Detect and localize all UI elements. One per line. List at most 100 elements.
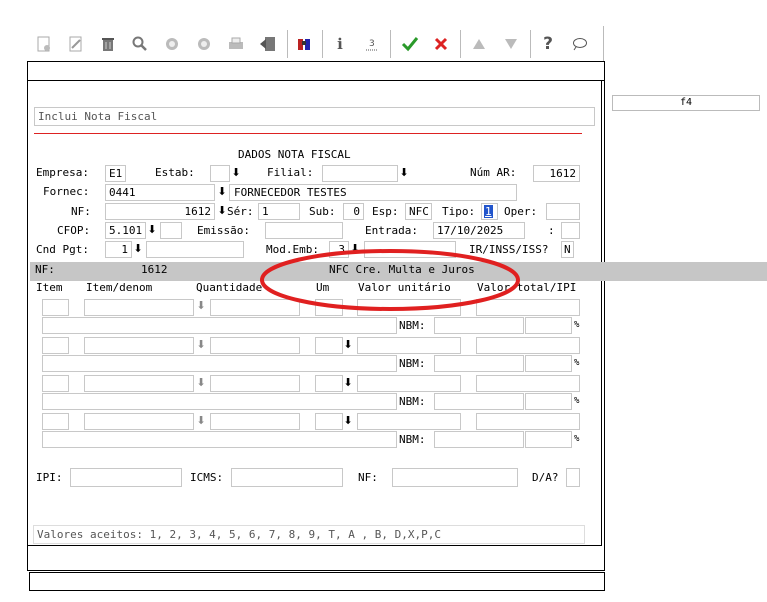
- valor-unitario-field[interactable]: [357, 413, 461, 430]
- print-icon[interactable]: [226, 33, 246, 55]
- fornec-dropdown-icon[interactable]: [216, 185, 228, 199]
- ser-label: Sér:: [227, 205, 254, 218]
- cfop-dropdown-icon[interactable]: [146, 223, 158, 237]
- ser-field[interactable]: 1: [258, 203, 300, 220]
- item-denom-field[interactable]: [84, 413, 194, 430]
- item-field[interactable]: [42, 299, 69, 316]
- quantidade-field[interactable]: [210, 337, 300, 354]
- nbm-field[interactable]: [434, 317, 524, 334]
- binoculars-icon[interactable]: [294, 33, 314, 55]
- search-icon[interactable]: [130, 33, 150, 55]
- nbm-field[interactable]: [434, 355, 524, 372]
- f4-button[interactable]: f4: [612, 95, 760, 111]
- cfop-field[interactable]: 5.101: [105, 222, 146, 239]
- fornec-code-field[interactable]: 0441: [105, 184, 215, 201]
- nf-total-field[interactable]: [392, 468, 518, 487]
- trash-icon[interactable]: [98, 33, 118, 55]
- valor-total-field[interactable]: [476, 375, 580, 392]
- quantidade-field[interactable]: [210, 375, 300, 392]
- underline-icon[interactable]: 3: [362, 33, 382, 55]
- toolbar-separator: [287, 30, 288, 58]
- da-field[interactable]: [566, 468, 580, 487]
- valor-unitario-field[interactable]: [357, 337, 461, 354]
- info-icon[interactable]: ℹ: [330, 33, 350, 55]
- title-field: Inclui Nota Fiscal: [34, 107, 595, 126]
- estab-dropdown-icon[interactable]: [230, 166, 242, 180]
- cfop-extra-field[interactable]: [160, 222, 182, 239]
- item-desc-field[interactable]: [42, 355, 397, 372]
- up-icon[interactable]: [469, 33, 489, 55]
- num-ar-field[interactable]: 1612: [533, 165, 580, 182]
- nbm-field[interactable]: [434, 393, 524, 410]
- fornec-label: Fornec:: [43, 185, 90, 198]
- item-denom-dropdown-icon[interactable]: [195, 376, 207, 390]
- um-dropdown-icon[interactable]: [342, 414, 354, 428]
- edit-icon[interactable]: [66, 33, 86, 55]
- ipi-pct-field[interactable]: [525, 393, 572, 410]
- ipi-pct-field[interactable]: [525, 355, 572, 372]
- entrada-field[interactable]: 17/10/2025: [433, 222, 525, 239]
- item-desc-field[interactable]: [42, 431, 397, 448]
- valor-unitario-field[interactable]: [357, 375, 461, 392]
- oper-field[interactable]: [546, 203, 580, 220]
- item-denom-field[interactable]: [84, 299, 194, 316]
- valor-total-field[interactable]: [476, 413, 580, 430]
- cfop-label: CFOP:: [57, 224, 91, 237]
- item-denom-field[interactable]: [84, 375, 194, 392]
- ir-inss-field[interactable]: N: [561, 241, 574, 258]
- um-field[interactable]: [315, 337, 343, 354]
- confirm-icon[interactable]: [400, 33, 420, 55]
- help-icon[interactable]: ?: [538, 33, 558, 55]
- icms-field[interactable]: [231, 468, 343, 487]
- nf-field[interactable]: 1612: [105, 203, 215, 220]
- empresa-label: Empresa:: [36, 166, 89, 179]
- item-desc-field[interactable]: [42, 317, 397, 334]
- oper-label: Oper:: [504, 205, 538, 218]
- tipo-field[interactable]: 1: [481, 203, 498, 220]
- info-nf-value: 1612: [141, 263, 168, 276]
- item-field[interactable]: [42, 337, 69, 354]
- ipi-field[interactable]: [70, 468, 182, 487]
- valor-total-field[interactable]: [476, 337, 580, 354]
- command-line[interactable]: [29, 572, 605, 591]
- screen-frame: [27, 61, 605, 571]
- cnd-pgt-field[interactable]: 1: [105, 241, 132, 258]
- info-nf-label: NF:: [35, 263, 55, 276]
- um-field[interactable]: [315, 375, 343, 392]
- ipi-pct-field[interactable]: [525, 317, 572, 334]
- sub-field[interactable]: 0: [343, 203, 364, 220]
- ipi-pct-field[interactable]: [525, 431, 572, 448]
- item-field[interactable]: [42, 375, 69, 392]
- filial-dropdown-icon[interactable]: [398, 166, 410, 180]
- um-field[interactable]: [315, 413, 343, 430]
- exit-icon[interactable]: [258, 33, 278, 55]
- um-dropdown-icon[interactable]: [342, 338, 354, 352]
- frame-right-border: [601, 80, 602, 546]
- item-desc-field[interactable]: [42, 393, 397, 410]
- um-dropdown-icon[interactable]: [342, 376, 354, 390]
- filial-field[interactable]: [322, 165, 398, 182]
- item-denom-field[interactable]: [84, 337, 194, 354]
- next-icon[interactable]: [194, 33, 214, 55]
- emissao-field[interactable]: [265, 222, 343, 239]
- quantidade-field[interactable]: [210, 413, 300, 430]
- comment-icon[interactable]: [570, 33, 590, 55]
- ipi-label: IPI:: [36, 471, 63, 484]
- esp-field[interactable]: NFC: [405, 203, 432, 220]
- item-denom-dropdown-icon[interactable]: [195, 299, 207, 313]
- emissao-label: Emissão:: [197, 224, 250, 237]
- cancel-icon[interactable]: [431, 33, 451, 55]
- item-denom-dropdown-icon[interactable]: [195, 414, 207, 428]
- estab-field[interactable]: [210, 165, 230, 182]
- item-field[interactable]: [42, 413, 69, 430]
- item-denom-dropdown-icon[interactable]: [195, 338, 207, 352]
- down-icon[interactable]: [501, 33, 521, 55]
- empresa-field[interactable]: E1: [105, 165, 126, 182]
- nbm-field[interactable]: [434, 431, 524, 448]
- new-icon[interactable]: [34, 33, 54, 55]
- extra-field[interactable]: [561, 222, 580, 239]
- prev-icon[interactable]: [162, 33, 182, 55]
- cnd-pgt-dropdown-icon[interactable]: [132, 242, 144, 256]
- nf-label: NF:: [71, 205, 91, 218]
- fornec-name-field: FORNECEDOR TESTES: [229, 184, 517, 201]
